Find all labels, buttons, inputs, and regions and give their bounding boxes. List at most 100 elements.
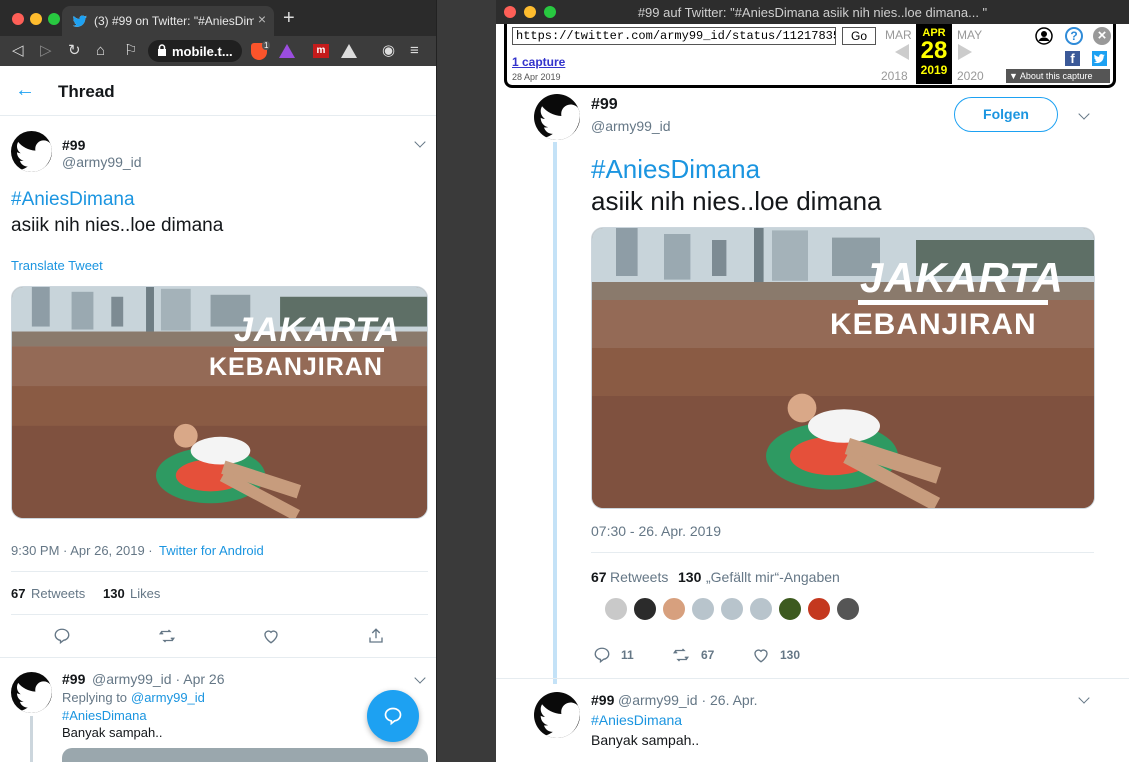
retweet-action-count[interactable]: 67	[701, 648, 714, 662]
twitter-bird-icon	[11, 131, 52, 172]
reply-icon[interactable]	[53, 627, 71, 645]
author-handle[interactable]: @army99_id	[62, 154, 142, 170]
captures-link[interactable]: 1 capture	[512, 55, 565, 69]
user-account-icon[interactable]	[1035, 27, 1053, 45]
liker-avatar[interactable]	[662, 597, 686, 621]
retweets-label[interactable]: Retweets	[31, 586, 85, 601]
home-icon[interactable]: ⌂	[96, 42, 105, 60]
retweets-count[interactable]: 67	[591, 569, 607, 585]
liker-avatar[interactable]	[807, 597, 831, 621]
zoom-window-button[interactable]	[48, 13, 60, 25]
replying-to-handle[interactable]: @army99_id	[131, 690, 205, 705]
retweets-label[interactable]: Retweets	[610, 569, 668, 585]
likes-label[interactable]: Likes	[130, 586, 160, 601]
liker-avatar[interactable]	[836, 597, 860, 621]
prev-capture-arrow-icon[interactable]	[895, 44, 909, 60]
avatar[interactable]	[11, 672, 52, 713]
forward-icon[interactable]: ▷	[40, 42, 52, 60]
reply-meta[interactable]: @army99_id · 26. Apr.	[618, 692, 758, 708]
reload-icon[interactable]: ↻	[68, 42, 81, 60]
like-action-count[interactable]: 130	[780, 648, 800, 662]
liker-avatar[interactable]	[691, 597, 715, 621]
chevron-down-icon[interactable]	[414, 672, 426, 684]
next-year-label[interactable]: 2020	[957, 69, 984, 83]
divider	[591, 552, 1094, 553]
chevron-down-icon[interactable]	[1078, 692, 1090, 704]
avatar[interactable]	[11, 131, 52, 172]
back-arrow-icon[interactable]: ←	[15, 79, 35, 102]
thread-line	[553, 142, 557, 684]
prev-month-label[interactable]: MAR	[885, 28, 912, 42]
menu-icon[interactable]: ≡	[410, 42, 419, 60]
reply-hashtag[interactable]: #AniesDimana	[591, 712, 682, 728]
liker-avatar[interactable]	[633, 597, 657, 621]
wayback-go-button[interactable]: Go	[842, 27, 876, 45]
browser-tab[interactable]: (3) #99 on Twitter: "#AniesDimana... ×	[62, 6, 274, 36]
reply-count[interactable]: 11	[621, 648, 634, 662]
follow-button[interactable]: Folgen	[954, 97, 1058, 132]
next-month-label[interactable]: MAY	[957, 28, 982, 42]
wayback-url-input[interactable]: https://twitter.com/army99_id/status/112…	[512, 27, 836, 45]
account-icon[interactable]: ◉	[382, 42, 395, 60]
extension-m-icon[interactable]: m	[313, 44, 329, 58]
retweet-icon[interactable]	[158, 627, 176, 645]
close-wayback-icon[interactable]: ×	[1093, 27, 1111, 45]
tweet-image[interactable]: JAKARTA KEBANJIRAN	[11, 286, 428, 519]
prev-year-label[interactable]: 2018	[881, 69, 908, 83]
avatar[interactable]	[534, 692, 580, 738]
chevron-down-icon[interactable]	[1078, 108, 1090, 120]
hashtag-link[interactable]: #AniesDimana	[591, 154, 760, 185]
address-bar[interactable]: mobile.t...	[148, 40, 242, 62]
about-capture-button[interactable]: ▼ About this capture	[1006, 69, 1110, 83]
reply-icon[interactable]	[593, 646, 611, 664]
brave-rewards-icon[interactable]	[279, 44, 295, 58]
window-titlebar: #99 auf Twitter: "#AniesDimana asiik nih…	[496, 0, 1129, 24]
likes-label[interactable]: „Gefällt mir“-Angaben	[706, 569, 840, 585]
share-icon[interactable]	[367, 627, 385, 645]
reply-image-preview[interactable]	[62, 748, 428, 762]
help-icon[interactable]: ?	[1065, 27, 1083, 45]
tweet-image[interactable]: JAKARTA KEBANJIRAN	[591, 227, 1095, 509]
liker-avatar[interactable]	[778, 597, 802, 621]
likes-count[interactable]: 130	[103, 586, 125, 601]
caption-underline	[858, 300, 1048, 305]
reply-author-name[interactable]: #99	[591, 692, 614, 708]
author-name[interactable]: #99	[62, 137, 85, 153]
like-heart-icon[interactable]	[262, 627, 280, 645]
back-icon[interactable]: ◁	[12, 42, 24, 60]
author-name[interactable]: #99	[591, 96, 618, 114]
compose-tweet-button[interactable]	[367, 690, 419, 742]
retweets-count[interactable]: 67	[11, 586, 25, 601]
chevron-down-icon[interactable]	[414, 136, 426, 148]
caption-underline	[234, 348, 384, 352]
liker-avatar[interactable]	[720, 597, 744, 621]
extension-triangle-icon[interactable]	[341, 44, 357, 58]
tweet-text: asiik nih nies..loe dimana	[591, 186, 882, 216]
shield-count-badge: 1	[262, 41, 271, 50]
translate-link[interactable]: Translate Tweet	[11, 258, 103, 273]
author-handle[interactable]: @army99_id	[591, 118, 671, 134]
minimize-window-button[interactable]	[30, 13, 42, 25]
hashtag-link[interactable]: #AniesDimana	[11, 189, 135, 211]
liker-avatar[interactable]	[604, 597, 628, 621]
next-capture-arrow-icon[interactable]	[958, 44, 972, 60]
like-heart-icon[interactable]	[752, 646, 770, 664]
close-window-button[interactable]	[12, 13, 24, 25]
reply-hashtag[interactable]: #AniesDimana	[62, 708, 147, 723]
retweet-icon[interactable]	[671, 646, 691, 664]
avatar[interactable]	[534, 94, 580, 140]
reply-author-name[interactable]: #99	[62, 671, 85, 687]
facebook-share-icon[interactable]: f	[1065, 51, 1080, 66]
reply-meta[interactable]: @army99_id · Apr 26	[92, 671, 225, 687]
twitter-share-icon[interactable]	[1092, 51, 1107, 66]
bookmark-icon[interactable]: ⚐	[124, 42, 137, 60]
tab-title: (3) #99 on Twitter: "#AniesDimana...	[94, 14, 254, 28]
thread-header: ← Thread	[0, 66, 436, 116]
tab-close-icon[interactable]: ×	[258, 11, 266, 27]
tweet-source-link[interactable]: Twitter for Android	[159, 543, 264, 558]
new-tab-button[interactable]: +	[283, 8, 295, 28]
liker-avatar[interactable]	[749, 597, 773, 621]
likes-count[interactable]: 130	[678, 569, 701, 585]
tweet-timestamp[interactable]: 07:30 - 26. Apr. 2019	[591, 523, 721, 539]
tweet-timestamp: 9:30 PM · Apr 26, 2019 ·	[11, 543, 153, 558]
